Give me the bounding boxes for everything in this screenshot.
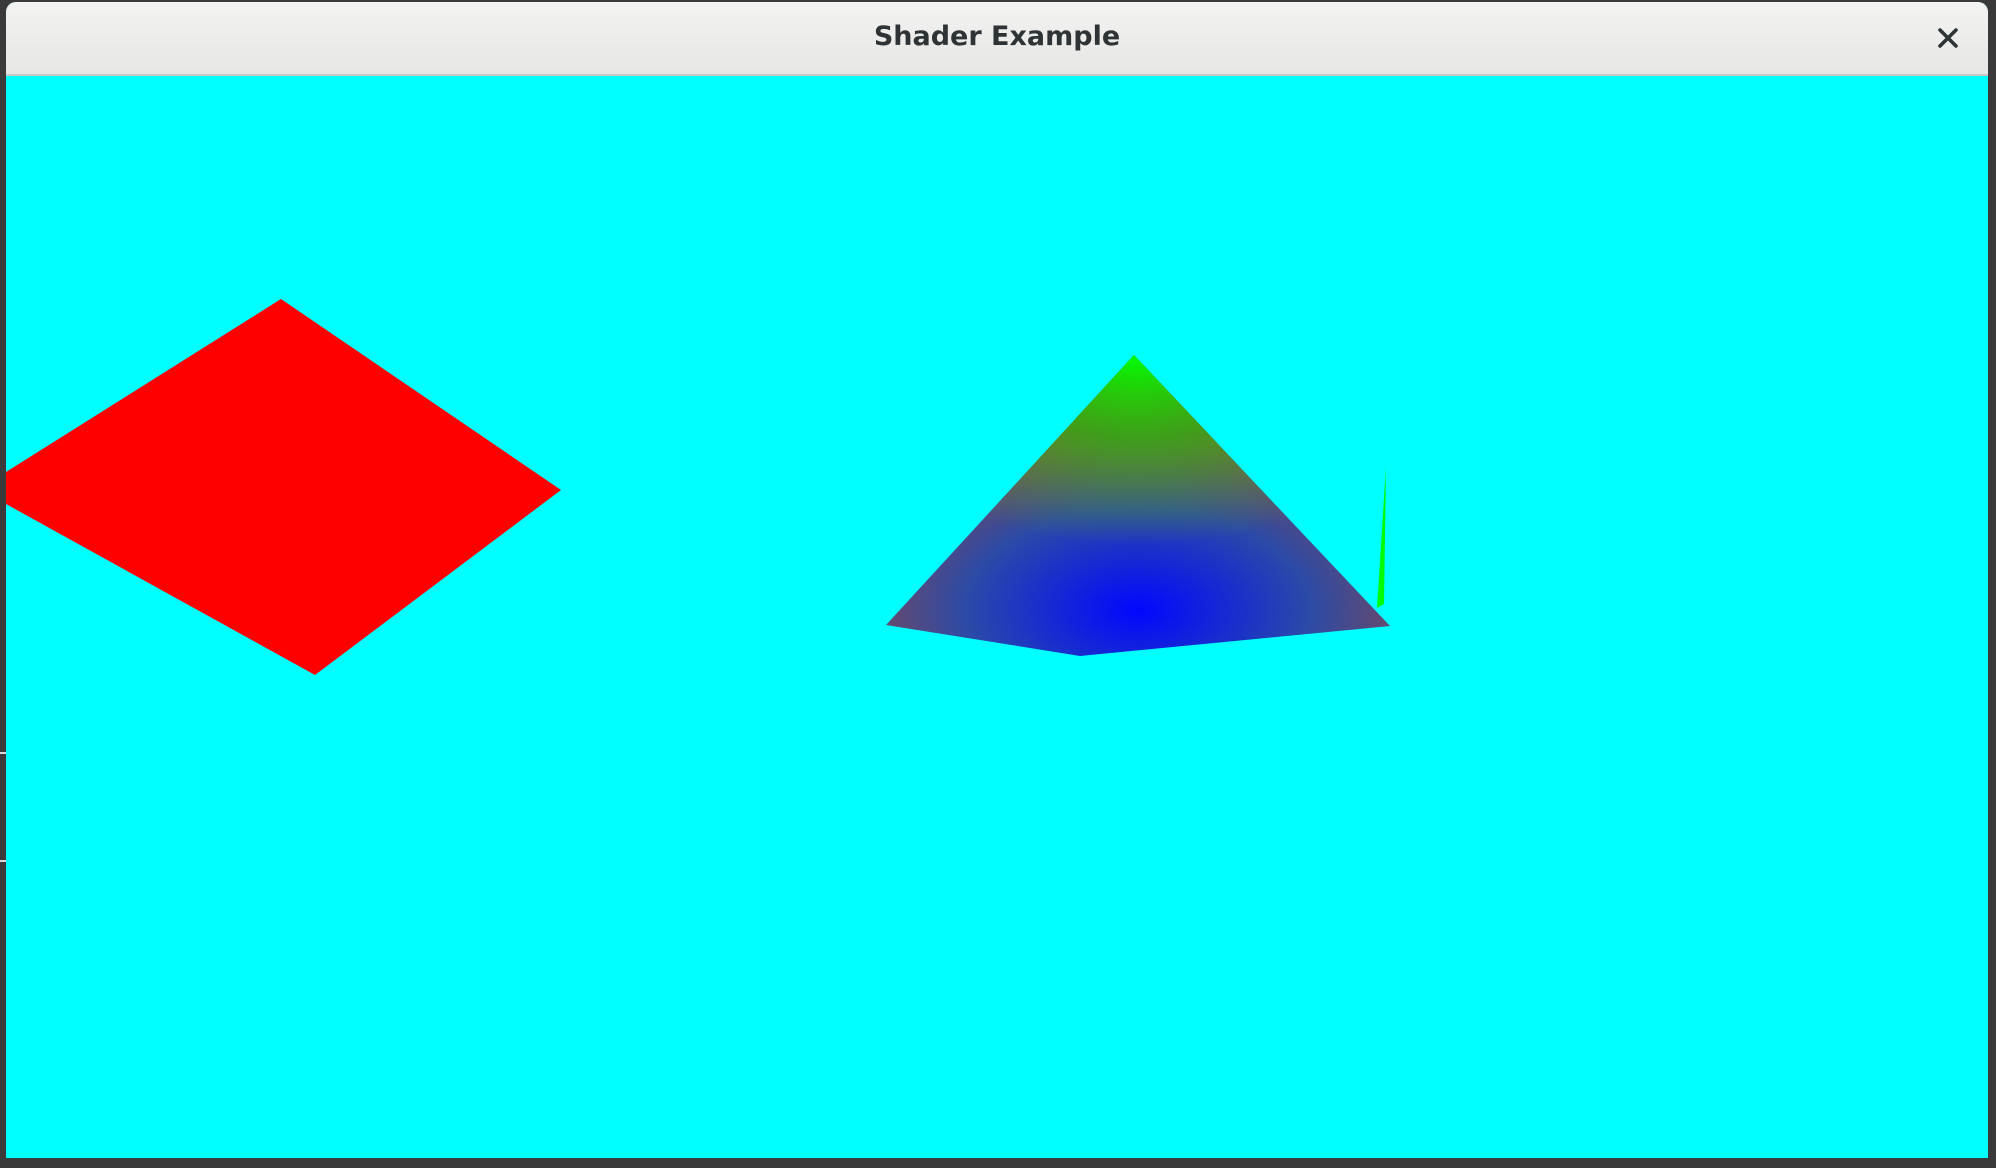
green-sliver <box>1377 466 1386 608</box>
desktop-edge-mark <box>0 752 6 754</box>
desktop-edge-mark <box>0 860 6 862</box>
scene-svg <box>6 299 1390 675</box>
window-title: Shader Example <box>873 21 1121 52</box>
render-canvas[interactable] <box>6 76 1988 1158</box>
title-bar[interactable]: Shader Example <box>6 2 1988 76</box>
pyramid <box>886 355 1390 656</box>
close-button[interactable] <box>1930 20 1966 56</box>
red-square <box>6 299 561 675</box>
app-window: Shader Example <box>6 2 1988 1158</box>
close-icon <box>1938 28 1958 48</box>
